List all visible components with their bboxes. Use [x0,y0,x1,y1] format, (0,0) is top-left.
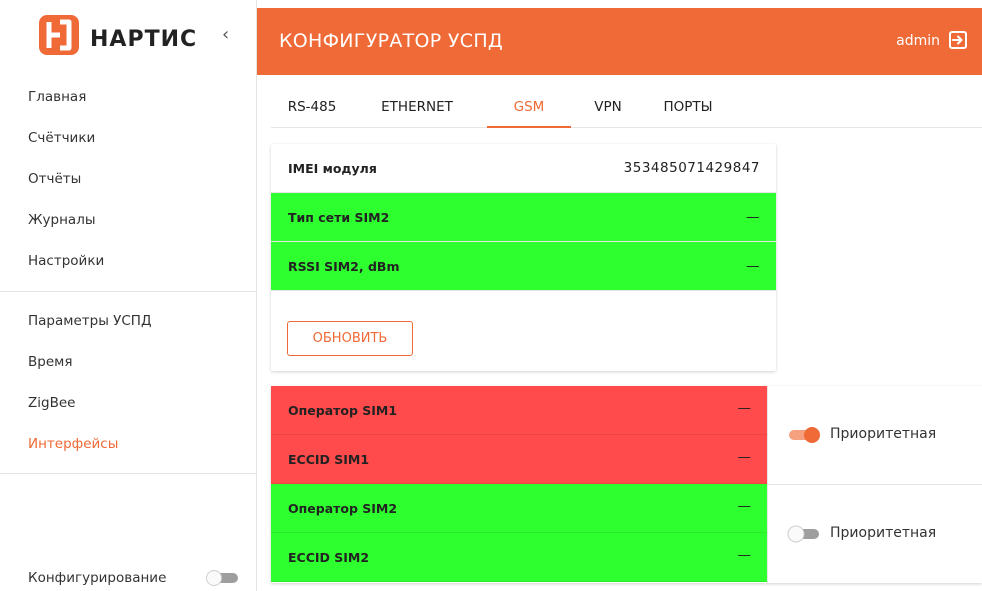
sim1-iccid-label: ECCID SIM1 [288,452,370,467]
sim2-priority-label: Приоритетная [830,525,937,541]
sim1-priority: Приоритетная [767,386,982,484]
sim1-operator-row: Оператор SIM1 — [271,386,767,435]
sidebar-item-interfaces[interactable]: Интерфейсы [0,424,257,465]
sim2-iccid-value: — [737,547,752,563]
sidebar: НАРТИС ‹ Главная Счётчики Отчёты Журналы… [0,0,257,591]
network-type-label: Тип сети SIM2 [288,210,390,225]
sim1-iccid-value: — [737,449,752,465]
rssi-row: RSSI SIM2, dBm — [271,242,776,291]
nav-device: Параметры УСПД Время ZigBee Интерфейсы [0,301,257,465]
imei-value: 353485071429847 [623,160,760,176]
sidebar-divider [0,473,257,474]
sidebar-item-journals[interactable]: Журналы [0,200,257,241]
network-type-row: Тип сети SIM2 — [271,193,776,242]
logout-icon[interactable] [948,30,968,50]
rssi-label: RSSI SIM2, dBm [288,259,400,274]
sim1-operator-label: Оператор SIM1 [288,403,398,418]
network-type-value: — [746,209,760,225]
sidebar-item-zigbee[interactable]: ZigBee [0,383,257,424]
sidebar-item-uspd-params[interactable]: Параметры УСПД [0,301,257,342]
username: admin [896,33,940,49]
sim1-priority-label: Приоритетная [830,426,937,442]
sim2-iccid-label: ECCID SIM2 [288,550,370,565]
brand-name: НАРТИС [90,27,198,52]
imei-row: IMEI модуля 353485071429847 [271,144,776,193]
tab-vpn[interactable]: VPN [585,94,631,128]
logo: НАРТИС ‹ [0,0,257,72]
sim2-operator-value: — [737,498,752,514]
tab-gsm[interactable]: GSM [487,94,571,128]
nav-main: Главная Счётчики Отчёты Журналы Настройк… [0,77,257,282]
tab-ports[interactable]: ПОРТЫ [653,94,723,128]
sidebar-item-reports[interactable]: Отчёты [0,159,257,200]
tab-ethernet[interactable]: ETHERNET [367,94,467,128]
app-header: КОНФИГУРАТОР УСПД admin [257,8,982,75]
nartis-logo-icon [39,15,79,55]
sim2-iccid-row: ECCID SIM2 — [271,533,767,582]
page-title: КОНФИГУРАТОР УСПД [279,30,504,52]
gsm-module-card: IMEI модуля 353485071429847 Тип сети SIM… [271,144,776,371]
refresh-button[interactable]: ОБНОВИТЬ [287,321,413,356]
imei-label: IMEI модуля [288,161,377,176]
config-mode-label: Конфигурирование [28,570,167,586]
sidebar-item-meters[interactable]: Счётчики [0,118,257,159]
app-root: НАРТИС ‹ Главная Счётчики Отчёты Журналы… [0,0,982,591]
sidebar-item-time[interactable]: Время [0,342,257,383]
collapse-sidebar-icon[interactable]: ‹ [222,24,229,45]
sidebar-divider [0,291,257,292]
sidebar-item-settings[interactable]: Настройки [0,241,257,282]
sim1-iccid-row: ECCID SIM1 — [271,435,767,484]
interface-tabs: RS-485 ETHERNET GSM VPN ПОРТЫ [271,94,982,128]
sim2-operator-label: Оператор SIM2 [288,501,398,516]
sim-cards-panel: Оператор SIM1 — ECCID SIM1 — Приоритетна… [271,386,982,583]
sim2-operator-row: Оператор SIM2 — [271,484,767,533]
sim2-priority-toggle[interactable] [786,525,822,543]
sim1-operator-value: — [737,400,752,416]
config-mode-row: Конфигурирование [28,566,243,588]
sim2-priority: Приоритетная [767,485,982,583]
rssi-value: — [746,258,760,274]
sidebar-item-home[interactable]: Главная [0,77,257,118]
config-mode-toggle[interactable] [206,570,240,586]
tab-rs485[interactable]: RS-485 [273,94,351,128]
sim1-priority-toggle[interactable] [786,426,822,444]
